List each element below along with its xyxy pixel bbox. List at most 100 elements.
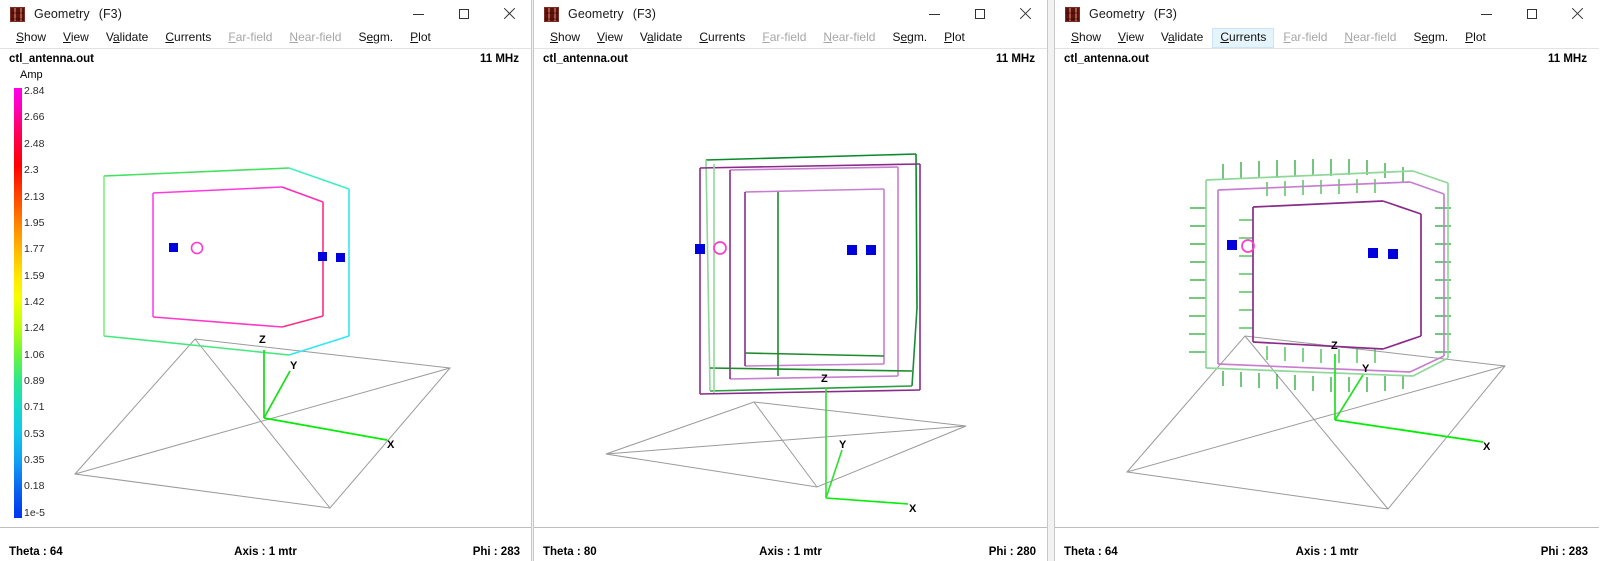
feed-marker-right-inner bbox=[1368, 248, 1378, 258]
x-axis-1 bbox=[264, 418, 387, 440]
z-axis-label-1: Z bbox=[259, 334, 266, 346]
menubar-1: Show View Validate Currents Far-field Ne… bbox=[0, 28, 531, 49]
feed-marker-right-inner bbox=[318, 252, 327, 261]
interior-segments-2 bbox=[710, 192, 912, 376]
window-title-text: Geometry bbox=[568, 7, 624, 21]
menu-item-currents[interactable]: Currents bbox=[157, 28, 219, 48]
menu-item-show[interactable]: Show bbox=[542, 28, 588, 48]
titlebar-2[interactable]: Geometry (F3) bbox=[534, 0, 1047, 28]
menu-item-segm[interactable]: Segm. bbox=[1405, 28, 1456, 48]
geometry-app-icon bbox=[544, 7, 559, 22]
maximize-button[interactable] bbox=[957, 0, 1002, 28]
menu-item-view[interactable]: View bbox=[55, 28, 97, 48]
feed-marker-left bbox=[695, 244, 705, 254]
feed-marker-right-inner bbox=[847, 245, 857, 255]
menu-item-show[interactable]: Show bbox=[1063, 28, 1109, 48]
x-axis-2 bbox=[826, 498, 908, 504]
source-marker bbox=[192, 243, 203, 254]
filename-label-2: ctl_antenna.out bbox=[543, 53, 628, 65]
minimize-button[interactable] bbox=[1464, 0, 1509, 28]
status-axis-2: Axis : 1 mtr bbox=[759, 546, 822, 558]
status-phi-2: Phi : 280 bbox=[989, 546, 1036, 558]
menu-item-far-field: Far-field bbox=[220, 28, 280, 48]
menu-item-near-field: Near-field bbox=[815, 28, 883, 48]
feed-marker-right-outer bbox=[1388, 249, 1398, 259]
status-axis-3: Axis : 1 mtr bbox=[1296, 546, 1359, 558]
feed-marker-right-outer bbox=[866, 245, 876, 255]
frequency-label-3: 11 MHz bbox=[1548, 53, 1587, 65]
status-theta-1: Theta : 64 bbox=[9, 546, 63, 558]
maximize-button[interactable] bbox=[1509, 0, 1554, 28]
feed-marker-left bbox=[169, 243, 178, 252]
window-title-suffix: (F3) bbox=[1154, 7, 1177, 21]
maximize-button[interactable] bbox=[441, 0, 486, 28]
window-title-text: Geometry bbox=[34, 7, 90, 21]
menu-item-currents[interactable]: Currents bbox=[1212, 28, 1274, 48]
menu-item-segm[interactable]: Segm. bbox=[884, 28, 935, 48]
window-title-1: Geometry(F3) bbox=[34, 7, 122, 21]
menu-item-view[interactable]: View bbox=[1110, 28, 1152, 48]
window-title-3: Geometry(F3) bbox=[1089, 7, 1177, 21]
y-axis-label-1: Y bbox=[290, 360, 298, 372]
feed-marker-left bbox=[1227, 240, 1237, 250]
x-axis-label-3: X bbox=[1483, 441, 1491, 453]
titlebar-3[interactable]: Geometry(F3) bbox=[1055, 0, 1599, 28]
geometry-canvas-3[interactable]: Z Y X bbox=[1055, 68, 1599, 527]
geometry-app-icon bbox=[1065, 7, 1080, 22]
x-axis-label-1: X bbox=[387, 439, 395, 451]
ground-plane-1 bbox=[75, 339, 450, 508]
y-axis-2 bbox=[826, 450, 842, 498]
status-phi-3: Phi : 283 bbox=[1541, 546, 1588, 558]
status-theta-2: Theta : 80 bbox=[543, 546, 597, 558]
menubar-2: Show View Validate Currents Far-field Ne… bbox=[534, 28, 1047, 49]
panel-divider-2 bbox=[1047, 0, 1055, 561]
z-axis-label-2: Z bbox=[821, 373, 828, 385]
menu-item-validate[interactable]: Validate bbox=[98, 28, 157, 48]
titlebar-1[interactable]: Geometry(F3) bbox=[0, 0, 531, 28]
menu-item-plot[interactable]: Plot bbox=[936, 28, 973, 48]
feed-markers-2 bbox=[695, 242, 876, 255]
feed-marker-right-outer bbox=[336, 253, 345, 262]
x-axis-label-2: X bbox=[909, 503, 917, 515]
menu-item-validate[interactable]: Validate bbox=[632, 28, 691, 48]
statusbar-3: Theta : 64 Axis : 1 mtr Phi : 283 bbox=[1055, 527, 1599, 561]
geometry-canvas-1[interactable]: Z Y X Amp 2.84 2.66 2.48 bbox=[0, 68, 531, 527]
menu-item-segm[interactable]: Segm. bbox=[350, 28, 401, 48]
ground-plane-2 bbox=[606, 402, 966, 487]
close-button[interactable] bbox=[486, 0, 531, 28]
geometry-canvas-2[interactable]: Z Y X bbox=[534, 68, 1047, 527]
window-controls-1 bbox=[396, 0, 531, 28]
panel-geometry-2: Geometry (F3) Show View Validate Currents… bbox=[534, 0, 1047, 561]
outer-loop-1 bbox=[104, 168, 349, 355]
outer-loop-2-purple bbox=[700, 164, 920, 394]
outer-loop-2 bbox=[706, 154, 917, 391]
y-axis-1 bbox=[264, 371, 290, 418]
minimize-button[interactable] bbox=[396, 0, 441, 28]
menu-item-near-field: Near-field bbox=[1336, 28, 1404, 48]
x-axis-3 bbox=[1335, 420, 1483, 442]
minimize-button[interactable] bbox=[912, 0, 957, 28]
close-button[interactable] bbox=[1002, 0, 1047, 28]
status-axis-1: Axis : 1 mtr bbox=[234, 546, 297, 558]
source-marker bbox=[714, 242, 726, 254]
menu-item-validate[interactable]: Validate bbox=[1153, 28, 1212, 48]
menu-item-plot[interactable]: Plot bbox=[1457, 28, 1494, 48]
frequency-label-2: 11 MHz bbox=[996, 53, 1035, 65]
menu-item-view[interactable]: View bbox=[589, 28, 631, 48]
menu-item-show[interactable]: Show bbox=[8, 28, 54, 48]
menu-item-plot[interactable]: Plot bbox=[402, 28, 439, 48]
panel-geometry-1: Geometry(F3) Show View Validate Currents… bbox=[0, 0, 531, 561]
geometry-app-icon bbox=[10, 7, 25, 22]
close-button[interactable] bbox=[1554, 0, 1599, 28]
menu-item-currents[interactable]: Currents bbox=[691, 28, 753, 48]
menubar-3: Show View Validate Currents Far-field Ne… bbox=[1055, 28, 1599, 49]
geometry-render-2: Z Y X bbox=[534, 68, 1047, 527]
panel-geometry-3: Geometry(F3) Show View Validate Currents… bbox=[1055, 0, 1599, 561]
inner-loop-2 bbox=[730, 167, 898, 379]
menu-item-far-field: Far-field bbox=[754, 28, 814, 48]
status-theta-3: Theta : 64 bbox=[1064, 546, 1118, 558]
ground-plane-3 bbox=[1127, 336, 1505, 509]
inner-loop-1 bbox=[153, 187, 323, 327]
window-title-suffix: (F3) bbox=[633, 7, 656, 21]
current-ticks-outer-3 bbox=[1189, 159, 1451, 392]
